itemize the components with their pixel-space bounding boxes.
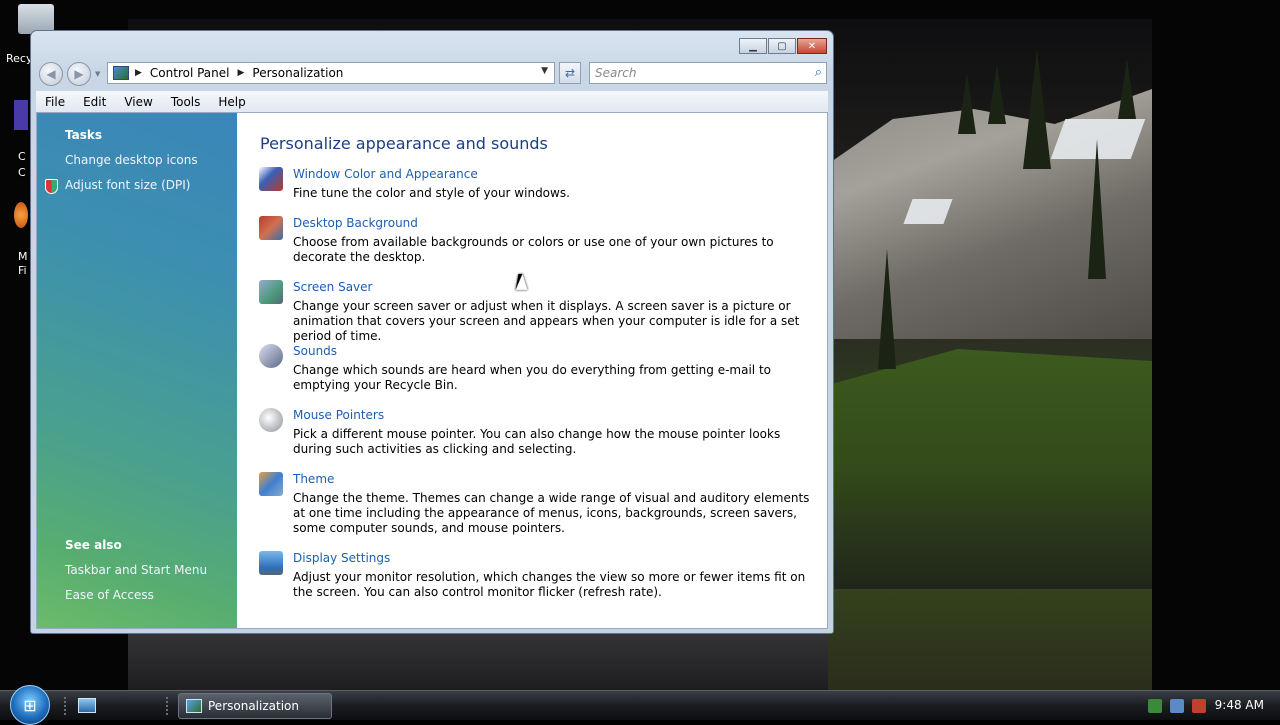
- wallpaper-tree: [1118, 59, 1136, 119]
- desktop-icon-label: Recy: [6, 52, 33, 65]
- desktop-icon-label: C: [18, 166, 26, 179]
- wallpaper-tree: [988, 64, 1006, 124]
- address-bar[interactable]: ▶ Control Panel ▶ Personalization ▼: [107, 62, 555, 84]
- taskbar-grip[interactable]: [64, 697, 68, 715]
- taskbar-button-label: Personalization: [208, 699, 299, 713]
- caption-buttons: ▁ ▢ ✕: [739, 38, 827, 54]
- tasks-heading: Tasks: [65, 128, 103, 142]
- close-button[interactable]: ✕: [797, 38, 827, 54]
- control-panel-icon: [186, 699, 202, 713]
- window-color-icon: [259, 167, 283, 191]
- change-desktop-icons-link[interactable]: Change desktop icons: [65, 153, 198, 167]
- menu-help[interactable]: Help: [209, 95, 254, 109]
- minimize-button[interactable]: ▁: [739, 38, 767, 54]
- navigation-bar: ◀ ▶ ▼ ▶ Control Panel ▶ Personalization …: [31, 59, 833, 89]
- breadcrumb-chevron-icon[interactable]: ▶: [135, 68, 142, 78]
- search-input[interactable]: Search ⌕: [589, 62, 827, 84]
- desktop-background-icon: [259, 216, 283, 240]
- screen-saver-description: Change your screen saver or adjust when …: [293, 299, 800, 343]
- menu-bar: File Edit View Tools Help: [36, 91, 828, 112]
- refresh-button[interactable]: ⇄: [559, 62, 581, 84]
- ease-of-access-link[interactable]: Ease of Access: [65, 588, 154, 602]
- menu-file[interactable]: File: [36, 95, 74, 109]
- window-color-link[interactable]: Window Color and Appearance: [293, 167, 478, 181]
- breadcrumb-chevron-icon[interactable]: ▶: [238, 68, 245, 78]
- display-settings-icon: [259, 551, 283, 575]
- search-icon[interactable]: ⌕: [815, 65, 822, 80]
- mouse-pointers-link[interactable]: Mouse Pointers: [293, 408, 384, 422]
- see-also-heading: See also: [65, 538, 122, 552]
- display-settings-link[interactable]: Display Settings: [293, 551, 390, 565]
- search-placeholder: Search: [595, 66, 637, 80]
- desktop-icon-label: C: [18, 150, 26, 163]
- system-tray: 9:48 AM: [1140, 691, 1280, 721]
- client-area: Tasks Change desktop icons Adjust font s…: [36, 112, 828, 629]
- menu-view[interactable]: View: [115, 95, 161, 109]
- desktop-icon-label: Fi: [18, 264, 27, 277]
- taskbar-button-personalization[interactable]: Personalization: [178, 693, 332, 719]
- maximize-button[interactable]: ▢: [768, 38, 796, 54]
- wallpaper-tree: [1088, 139, 1106, 279]
- screen-saver-icon: [259, 280, 283, 304]
- breadcrumb-personalization[interactable]: Personalization: [252, 66, 343, 80]
- recent-pages-dropdown[interactable]: ▼: [95, 70, 100, 78]
- forward-button[interactable]: ▶: [67, 62, 91, 86]
- desktop-program-icon[interactable]: [14, 100, 28, 130]
- theme-link[interactable]: Theme: [293, 472, 334, 486]
- firefox-icon[interactable]: [14, 202, 28, 228]
- task-pane: Tasks Change desktop icons Adjust font s…: [37, 113, 237, 628]
- start-button[interactable]: ⊞: [10, 685, 50, 725]
- theme-description: Change the theme. Themes can change a wi…: [293, 491, 810, 535]
- back-button[interactable]: ◀: [39, 62, 63, 86]
- adjust-font-size-link[interactable]: Adjust font size (DPI): [65, 178, 190, 192]
- content-pane: Personalize appearance and sounds Window…: [237, 113, 827, 628]
- taskbar-grip[interactable]: [166, 697, 170, 715]
- mouse-pointers-description: Pick a different mouse pointer. You can …: [293, 427, 781, 456]
- sounds-link[interactable]: Sounds: [293, 344, 337, 358]
- screen-saver-link[interactable]: Screen Saver: [293, 280, 372, 294]
- wallpaper-grass: [828, 349, 1152, 589]
- breadcrumb-control-panel[interactable]: Control Panel: [150, 66, 230, 80]
- theme-icon: [259, 472, 283, 496]
- wallpaper-tree: [878, 249, 896, 369]
- address-dropdown-icon[interactable]: ▼: [541, 66, 548, 76]
- title-bar[interactable]: ▁ ▢ ✕: [31, 31, 833, 61]
- personalization-window: ▁ ▢ ✕ ◀ ▶ ▼ ▶ Control Panel ▶ Personaliz…: [30, 30, 834, 634]
- wallpaper-tree: [958, 74, 976, 134]
- window-color-description: Fine tune the color and style of your wi…: [293, 186, 570, 200]
- network-icon[interactable]: [1170, 699, 1184, 713]
- desktop-background-link[interactable]: Desktop Background: [293, 216, 418, 230]
- control-panel-icon: [113, 66, 129, 80]
- security-center-icon[interactable]: [1148, 699, 1162, 713]
- page-title: Personalize appearance and sounds: [260, 134, 548, 153]
- sounds-description: Change which sounds are heard when you d…: [293, 363, 771, 392]
- volume-muted-icon[interactable]: [1192, 699, 1206, 713]
- taskbar: ⊞ Personalization 9:48 AM: [0, 685, 1280, 725]
- mouse-pointers-icon: [259, 408, 283, 432]
- taskbar-start-menu-link[interactable]: Taskbar and Start Menu: [65, 563, 207, 577]
- wallpaper-tree: [1023, 49, 1051, 169]
- uac-shield-icon: [45, 179, 58, 194]
- menu-edit[interactable]: Edit: [74, 95, 115, 109]
- menu-tools[interactable]: Tools: [162, 95, 210, 109]
- clock[interactable]: 9:48 AM: [1215, 698, 1264, 712]
- display-settings-description: Adjust your monitor resolution, which ch…: [293, 570, 806, 599]
- show-desktop-icon[interactable]: [78, 698, 96, 713]
- sounds-icon: [259, 344, 283, 368]
- desktop-background-description: Choose from available backgrounds or col…: [293, 235, 774, 264]
- desktop-icon-label: M: [18, 250, 28, 263]
